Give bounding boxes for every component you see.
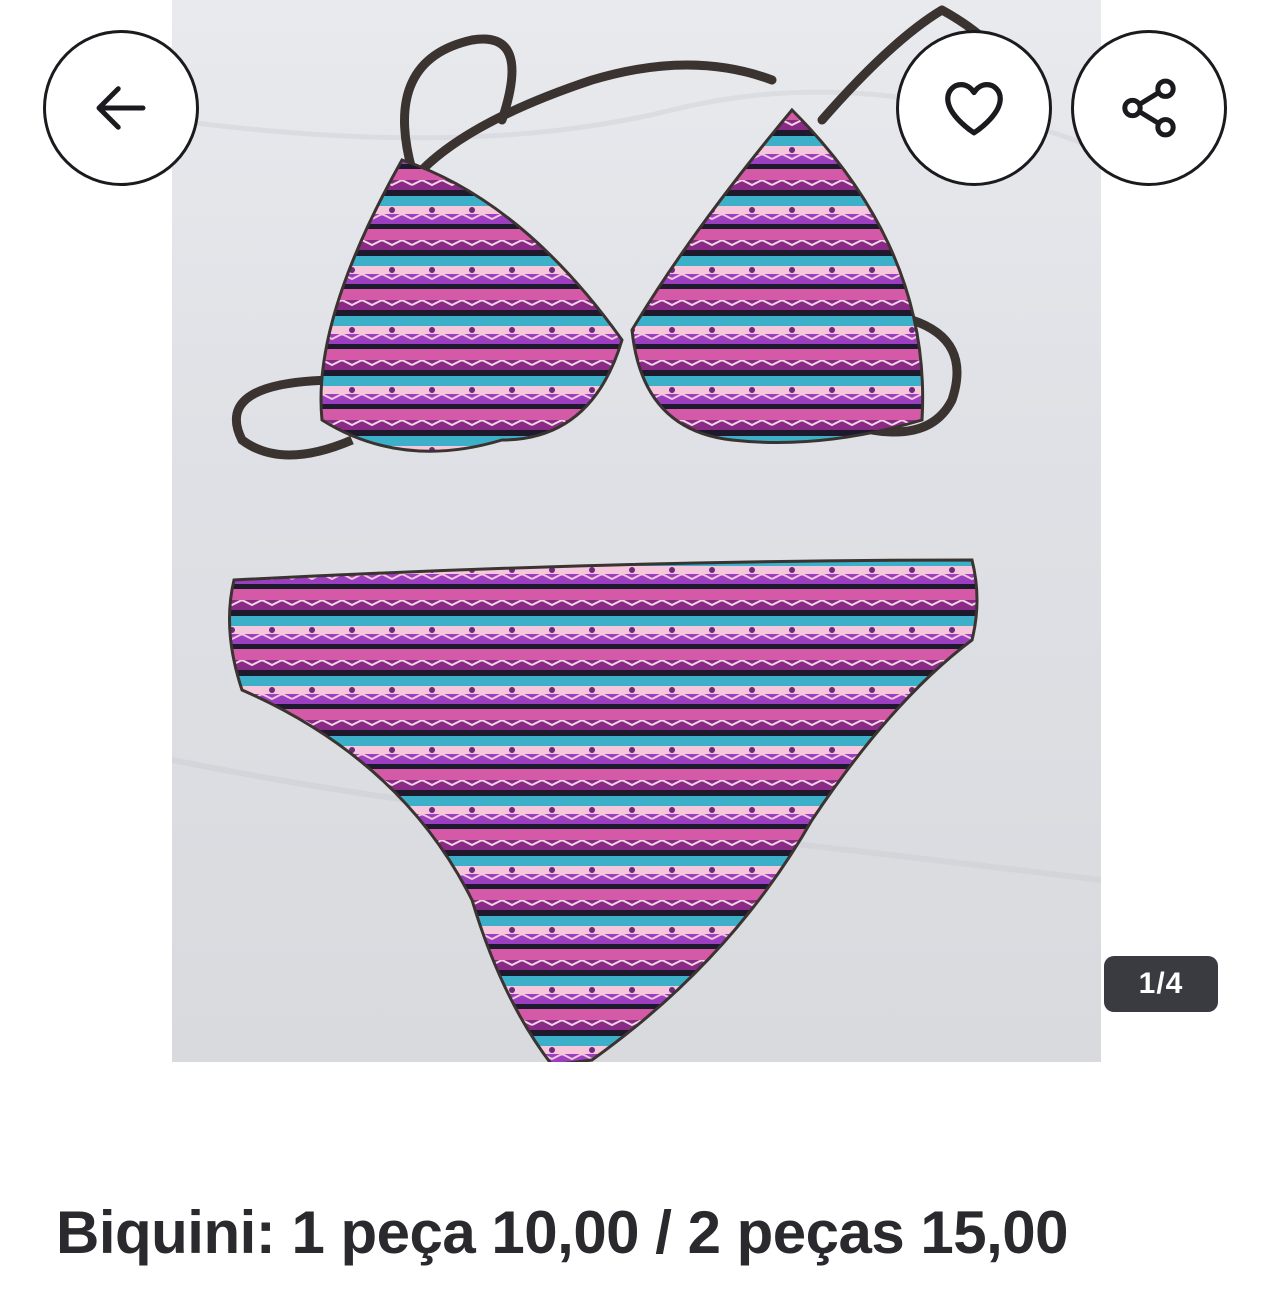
image-counter-text: 1/4 bbox=[1138, 967, 1184, 1000]
back-button[interactable] bbox=[43, 30, 199, 186]
share-icon bbox=[1122, 78, 1176, 138]
image-counter-badge: 1/4 bbox=[1104, 956, 1218, 1012]
heart-outline-icon bbox=[945, 82, 1003, 136]
share-button[interactable] bbox=[1071, 30, 1227, 186]
listing-title: Biquini: 1 peça 10,00 / 2 peças 15,00 bbox=[56, 1199, 1069, 1266]
image-gallery[interactable]: 1/4 bbox=[0, 0, 1269, 1090]
arrow-left-icon bbox=[96, 86, 146, 130]
favorite-button[interactable] bbox=[896, 30, 1052, 186]
